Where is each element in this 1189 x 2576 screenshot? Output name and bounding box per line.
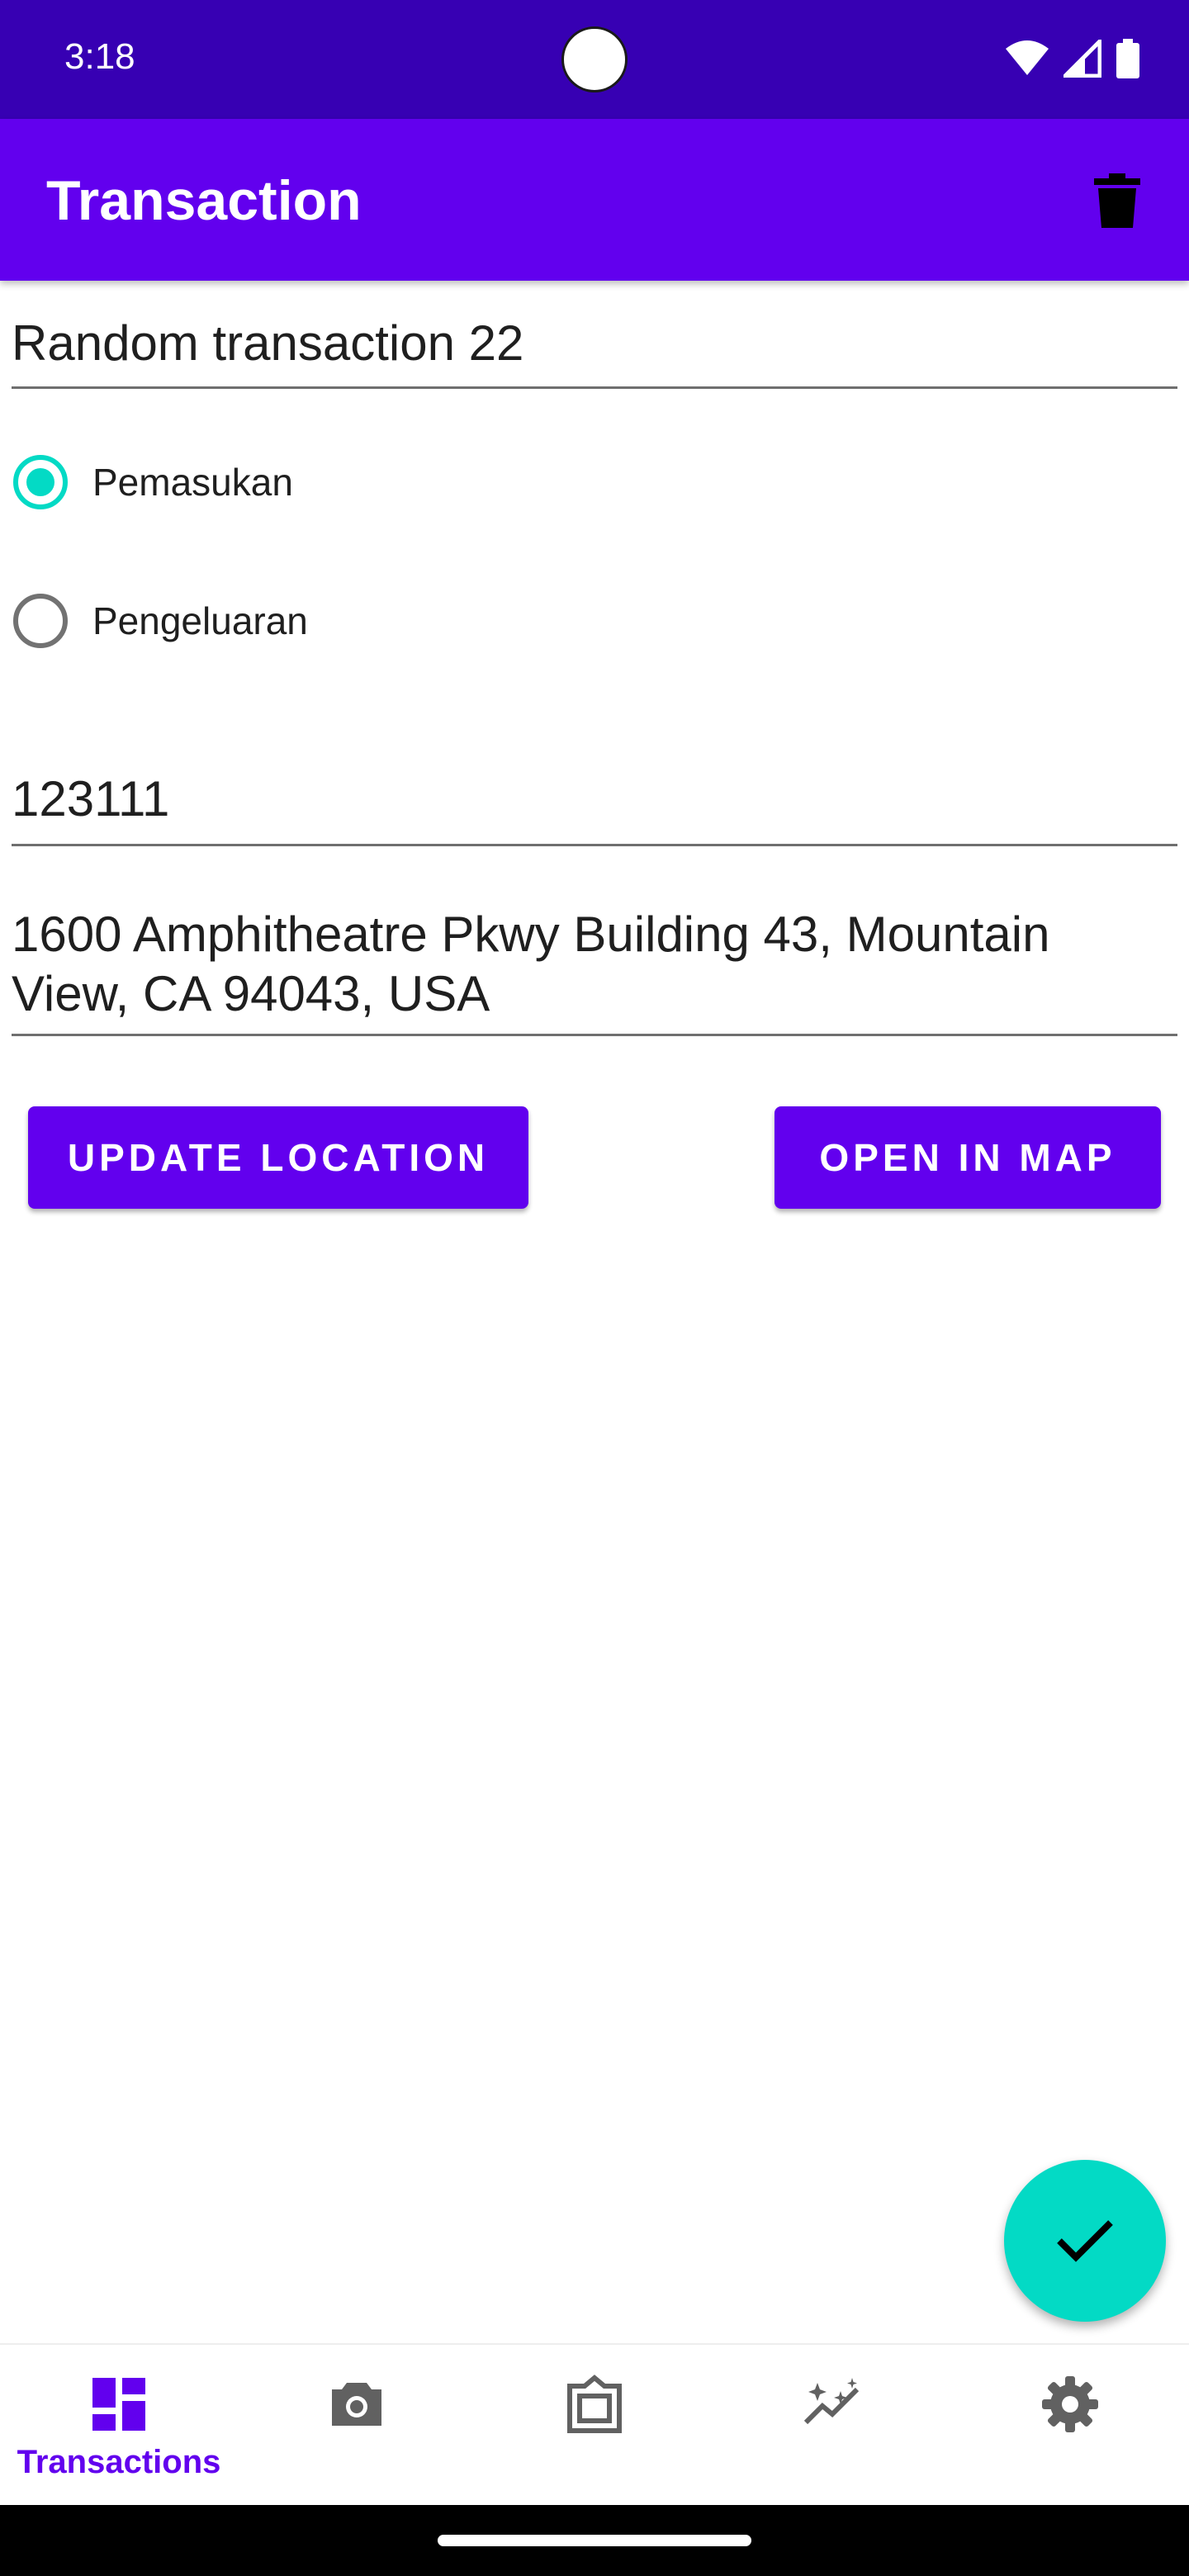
radio-label-pengeluaran: Pengeluaran (92, 599, 308, 642)
wifi-icon (1006, 40, 1049, 75)
home-gesture-handle[interactable] (438, 2535, 751, 2546)
app-bar: Transaction (0, 119, 1189, 281)
radio-button[interactable] (13, 594, 68, 648)
signal-icon (1063, 40, 1101, 78)
gallery-icon (567, 2375, 622, 2433)
dashboard-icon (92, 2378, 145, 2431)
nav-item-settings[interactable] (951, 2345, 1189, 2507)
page-title: Transaction (46, 169, 362, 232)
radio-pemasukan[interactable]: Pemasukan (13, 441, 293, 523)
transaction-name-field[interactable]: Random transaction 22 (12, 314, 1177, 389)
open-in-map-button[interactable]: OPEN IN MAP (775, 1106, 1161, 1209)
settings-icon (1042, 2376, 1098, 2432)
status-bar: 3:18 (0, 0, 1189, 119)
nav-item-gallery[interactable] (476, 2345, 713, 2507)
battery-icon (1116, 39, 1139, 78)
amount-field[interactable]: 123111 (12, 769, 1177, 846)
bottom-navigation: Transactions (0, 2343, 1189, 2507)
check-icon (1057, 2220, 1113, 2262)
save-fab-button[interactable] (1004, 2160, 1166, 2322)
nav-item-transactions[interactable]: Transactions (0, 2345, 238, 2507)
system-gesture-bar (0, 2505, 1189, 2576)
radio-pengeluaran[interactable]: Pengeluaran (13, 580, 308, 662)
nav-item-analytics[interactable] (713, 2345, 951, 2507)
camera-cutout (561, 26, 628, 92)
address-field[interactable]: 1600 Amphitheatre Pkwy Building 43, Moun… (12, 905, 1177, 1036)
nav-label-transactions: Transactions (17, 2444, 221, 2480)
nav-item-camera[interactable] (238, 2345, 476, 2507)
status-time: 3:18 (64, 36, 135, 77)
radio-button-checked[interactable] (13, 455, 68, 509)
trash-icon (1094, 173, 1140, 228)
analytics-icon (803, 2378, 860, 2425)
radio-label-pemasukan: Pemasukan (92, 461, 293, 504)
delete-button[interactable] (1083, 167, 1151, 234)
update-location-button[interactable]: UPDATE LOCATION (28, 1106, 528, 1209)
status-icons (1006, 38, 1139, 79)
camera-icon (332, 2383, 381, 2426)
